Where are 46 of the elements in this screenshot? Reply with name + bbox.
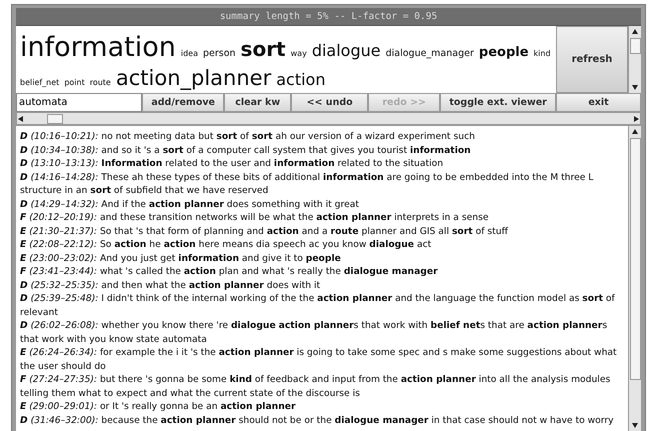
keyword-tag[interactable]: point	[64, 78, 85, 88]
keyword-tag[interactable]: route	[90, 78, 111, 88]
scrollbar-thumb[interactable]	[630, 138, 640, 380]
scroll-up-icon[interactable]	[631, 128, 639, 136]
keyword-tag[interactable]: person	[202, 49, 236, 60]
keyword-tag[interactable]: action	[276, 70, 326, 90]
keyword-tag[interactable]: people	[478, 46, 529, 61]
scrollbar-thumb[interactable]	[47, 114, 63, 124]
scroll-down-icon[interactable]	[631, 421, 639, 429]
scroll-left-icon[interactable]	[17, 114, 25, 122]
transcript-line: E (22:08–22:12): So action he action here means dia speech ac you know dialogue act	[20, 238, 432, 252]
transcript-line: D (25:32–25:35): and then what the action planner does with it	[20, 278, 322, 292]
toolbar-button[interactable]: toggle ext. viewer	[440, 93, 556, 112]
keyword-tag[interactable]: information	[20, 32, 176, 64]
toolbar-button[interactable]: add/remove	[142, 93, 224, 112]
transcript-line: D (31:46–32:00): because the action planner should not be or the dialogue manager in that case should not w have to worry	[20, 414, 615, 427]
keyword-tag[interactable]: sort	[240, 38, 286, 61]
scrollbar[interactable]	[628, 26, 641, 93]
toolbar-button[interactable]: exit	[556, 93, 641, 112]
transcript-line: F (23:41–23:44): what 's called the action plan and what 's really the dialogue manager	[20, 265, 439, 278]
transcript-line: E (23:00–23:02): And you just get information and give it to people	[20, 252, 342, 265]
keyword-tag[interactable]: dialogue	[312, 42, 381, 60]
refresh-button[interactable]: refresh	[556, 26, 628, 93]
scroll-down-icon[interactable]	[631, 83, 639, 91]
keyword-tag[interactable]: idea	[180, 49, 198, 58]
transcript-line: E (29:00–29:01): or It 's really gonna be an action planner	[20, 400, 296, 414]
keyword-tag[interactable]: dialogue_manager	[386, 49, 474, 60]
keyword-tag[interactable]: action_planner	[116, 66, 272, 90]
transcript-line: D (14:29–14:32): And if the action planner does something with it great	[20, 198, 360, 211]
toolbar-button[interactable]: << undo	[291, 93, 368, 112]
scrollbar[interactable]	[628, 126, 641, 431]
keyword-field[interactable]: automata	[16, 93, 142, 112]
transcript-line: D (10:16–10:21): no not meeting data but sort of sort ah our version of a wizard experiment such	[20, 130, 476, 144]
horizontal-scrollbar[interactable]	[16, 112, 641, 125]
transcript-line: D (10:34–10:38): and so it 's a sort of a computer call system that gives you tourist information	[20, 144, 472, 157]
window-title: summary length = 5% -- L-factor = 0.95	[16, 8, 641, 25]
keyword-tag[interactable]: belief_net	[20, 78, 60, 88]
transcript-line: E (21:30–21:37): So that 's that form of planning and action and a route planner and GIS all sort of stuff	[20, 224, 510, 238]
scroll-right-icon[interactable]	[632, 114, 640, 122]
transcript-line: F (20:12–20:19): and these transition networks will be what the action planner interprets in a sense	[20, 211, 490, 224]
toolbar-button[interactable]: clear kw	[224, 93, 292, 112]
scrollbar-thumb[interactable]	[630, 38, 640, 54]
keyword-tag[interactable]: kind	[534, 49, 551, 58]
transcript-line: D (13:10–13:13): Information related to the user and information related to the situation	[20, 157, 444, 170]
scroll-up-icon[interactable]	[631, 28, 639, 36]
keyword-tag[interactable]: way	[290, 49, 307, 58]
